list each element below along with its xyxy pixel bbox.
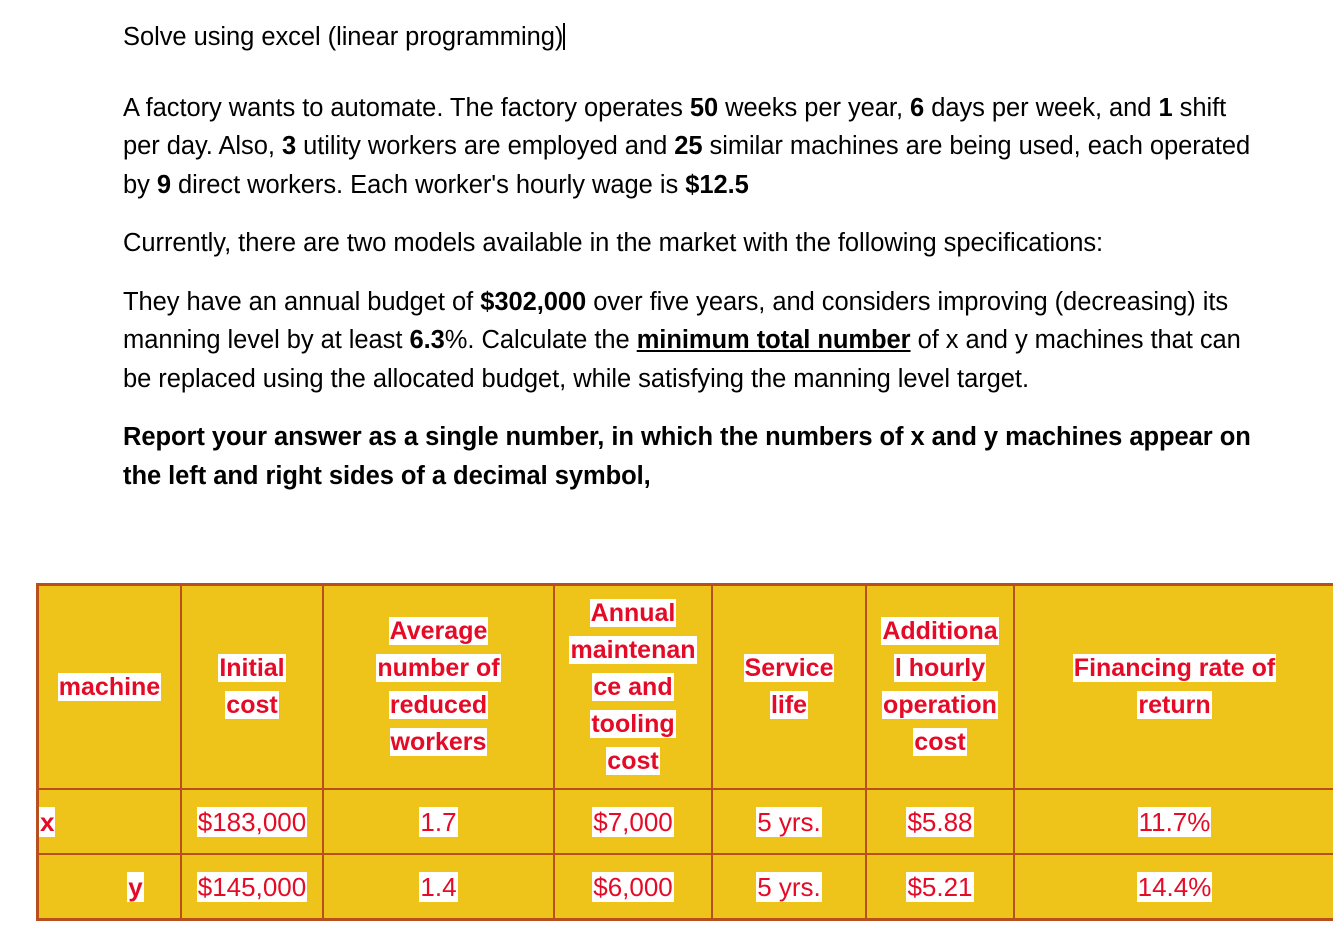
paragraph-budget: They have an annual budget of $302,000 o… xyxy=(123,287,1241,393)
table-header: machine Initial cost Average number of redu… xyxy=(36,583,1333,790)
header-line: cost xyxy=(913,728,967,756)
value-initial-cost: $145,000 xyxy=(182,870,322,904)
header-line: maintenan xyxy=(569,635,697,664)
prompt-line: Solve using excel (linear programming) xyxy=(123,18,1258,57)
value-annual-maintenance-cost: $7,000 xyxy=(555,805,711,839)
header-line: Annual xyxy=(589,598,677,627)
header-cell-machine: machine xyxy=(36,583,182,790)
value-highlight: y xyxy=(127,871,144,902)
header-line: operation xyxy=(882,691,998,719)
header-label-financing-rate-of-return: Financing rate of return xyxy=(1015,650,1333,724)
value-highlight: 14.4% xyxy=(1136,871,1213,902)
value-service-life: 5 yrs. xyxy=(713,870,865,904)
value-highlight: $5.21 xyxy=(906,871,974,902)
cell-service-life-x: 5 yrs. xyxy=(711,788,867,855)
cell-initial-cost-x: $183,000 xyxy=(180,788,324,855)
value-service-life: 5 yrs. xyxy=(713,805,865,839)
value-additional-hourly-operation-cost: $5.21 xyxy=(867,870,1013,904)
header-line: tooling xyxy=(590,709,676,738)
value-financing-rate-of-return: 14.4% xyxy=(1015,870,1333,904)
value-highlight: 5 yrs. xyxy=(756,871,822,902)
header-line: Initial xyxy=(218,654,286,682)
header-line: life xyxy=(769,691,809,719)
header-line: ce and xyxy=(592,672,674,701)
header-line: reduced xyxy=(388,691,489,719)
value-highlight: $5.88 xyxy=(906,806,974,837)
cell-annual-maintenance-cost-x: $7,000 xyxy=(553,788,713,855)
value-additional-hourly-operation-cost: $5.88 xyxy=(867,805,1013,839)
table-header-row: machine Initial cost Average number of redu… xyxy=(36,583,1333,790)
text-caret xyxy=(563,23,566,50)
cell-avg-reduced-workers-y: 1.4 xyxy=(322,853,555,921)
header-cell-initial-cost: Initial cost xyxy=(180,583,324,790)
value-highlight: $6,000 xyxy=(592,871,674,902)
header-label-service-life: Service life xyxy=(713,650,865,724)
cell-avg-reduced-workers-x: 1.7 xyxy=(322,788,555,855)
cell-financing-rate-of-return-x: 11.7% xyxy=(1013,788,1333,855)
value-machine: x xyxy=(39,805,180,839)
value-initial-cost: $183,000 xyxy=(182,805,322,839)
cell-additional-hourly-operation-cost-x: $5.88 xyxy=(865,788,1015,855)
header-line: cost xyxy=(606,746,660,775)
value-highlight: 1.4 xyxy=(419,871,458,902)
value-highlight: $7,000 xyxy=(592,806,674,837)
cell-annual-maintenance-cost-y: $6,000 xyxy=(553,853,713,921)
cell-machine-y: y xyxy=(36,853,182,921)
header-line: machine xyxy=(57,672,162,701)
value-highlight: 11.7% xyxy=(1137,806,1212,837)
cell-financing-rate-of-return-y: 14.4% xyxy=(1013,853,1333,921)
header-cell-service-life: Service life xyxy=(711,583,867,790)
table-body: x $183,000 1.7 $7,000 5 yrs. $5.88 11.7%… xyxy=(36,788,1333,921)
header-line: Service xyxy=(743,654,835,682)
header-line: Average xyxy=(388,617,489,645)
value-avg-reduced-workers: 1.7 xyxy=(324,805,553,839)
value-highlight: $145,000 xyxy=(196,871,308,902)
value-financing-rate-of-return: 11.7% xyxy=(1015,805,1333,839)
header-line: cost xyxy=(225,691,279,719)
cell-additional-hourly-operation-cost-y: $5.21 xyxy=(865,853,1015,921)
header-cell-annual-maintenance-cost: Annual maintenan ce and tooling cost xyxy=(553,583,713,790)
value-highlight: 5 yrs. xyxy=(756,806,822,837)
document-page: Solve using excel (linear programming) A… xyxy=(0,0,1333,929)
value-highlight: $183,000 xyxy=(196,806,308,837)
header-label-annual-maintenance-cost: Annual maintenan ce and tooling cost xyxy=(555,595,711,780)
header-line: Financing rate of xyxy=(1072,654,1277,682)
specifications-table: machine Initial cost Average number of redu… xyxy=(36,583,1333,921)
value-highlight: 1.7 xyxy=(419,806,458,837)
header-cell-financing-rate-of-return: Financing rate of return xyxy=(1013,583,1333,790)
value-machine: y xyxy=(39,870,180,904)
prompt-line-text: Solve using excel (linear programming) xyxy=(123,23,564,51)
header-line: Additiona xyxy=(881,617,999,645)
header-cell-avg-reduced-workers: Average number of reduced workers xyxy=(322,583,555,790)
header-line: return xyxy=(1137,691,1212,719)
header-label-initial-cost: Initial cost xyxy=(182,650,322,724)
paragraph-factory: A factory wants to automate. The factory… xyxy=(123,93,1251,199)
paragraph-instruction: Report your answer as a single number, i… xyxy=(123,423,1251,490)
table-row: x $183,000 1.7 $7,000 5 yrs. $5.88 11.7% xyxy=(36,788,1333,855)
value-avg-reduced-workers: 1.4 xyxy=(324,870,553,904)
header-label-avg-reduced-workers: Average number of reduced workers xyxy=(324,613,553,761)
value-highlight: x xyxy=(39,806,56,837)
cell-initial-cost-y: $145,000 xyxy=(180,853,324,921)
header-line: l hourly xyxy=(893,654,987,682)
specifications-table-wrapper: machine Initial cost Average number of redu… xyxy=(36,583,1333,921)
header-cell-additional-hourly-operation-cost: Additiona l hourly operation cost xyxy=(865,583,1015,790)
header-line: workers xyxy=(389,728,488,756)
cell-machine-x: x xyxy=(36,788,182,855)
header-line: number of xyxy=(376,654,501,682)
table-row: y $145,000 1.4 $6,000 5 yrs. $5.21 14.4% xyxy=(36,853,1333,921)
paragraph-models: Currently, there are two models availabl… xyxy=(123,229,1104,257)
value-annual-maintenance-cost: $6,000 xyxy=(555,870,711,904)
cell-service-life-y: 5 yrs. xyxy=(711,853,867,921)
question-prose: Solve using excel (linear programming) A… xyxy=(123,18,1258,495)
header-label-machine: machine xyxy=(39,669,180,706)
header-label-additional-hourly-operation-cost: Additiona l hourly operation cost xyxy=(867,613,1013,761)
